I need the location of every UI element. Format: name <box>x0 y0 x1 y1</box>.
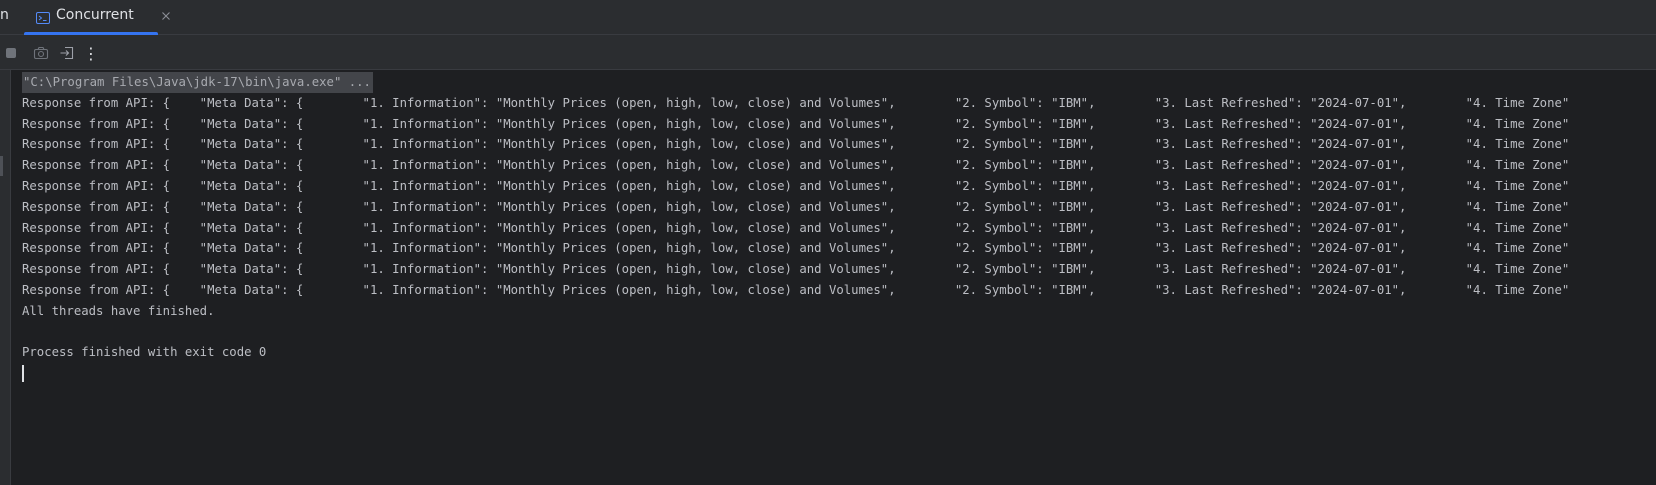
gutter-marker <box>0 156 3 176</box>
console-line: Response from API: { "Meta Data": { "1. … <box>22 95 1570 110</box>
text-cursor <box>22 365 24 383</box>
console-line: Response from API: { "Meta Data": { "1. … <box>22 262 1570 277</box>
console-line: Response from API: { "Meta Data": { "1. … <box>22 220 1570 235</box>
console-line: Response from API: { "Meta Data": { "1. … <box>22 199 1570 214</box>
console-line: Response from API: { "Meta Data": { "1. … <box>22 282 1570 297</box>
exit-icon[interactable] <box>58 44 76 62</box>
exit-code-line: Process finished with exit code 0 <box>22 345 267 360</box>
threads-finished-line: All threads have finished. <box>22 303 215 318</box>
run-tool-window: n Concurrent ⋮ "C:\Program Files\Java\jd… <box>0 0 1656 485</box>
more-options-icon[interactable]: ⋮ <box>82 44 100 63</box>
run-toolbar: ⋮ <box>0 35 1656 70</box>
left-gutter <box>0 70 11 485</box>
console-line: Response from API: { "Meta Data": { "1. … <box>22 241 1570 256</box>
console-line: "C:\Program Files\Java\jdk-17\bin\java.e… <box>22 72 1656 93</box>
camera-icon[interactable] <box>32 44 50 62</box>
stop-icon[interactable] <box>2 44 20 62</box>
console-line: Response from API: { "Meta Data": { "1. … <box>22 158 1570 173</box>
console-line: Response from API: { "Meta Data": { "1. … <box>22 137 1570 152</box>
close-icon[interactable] <box>158 8 174 24</box>
console-line: Response from API: { "Meta Data": { "1. … <box>22 178 1570 193</box>
console-output[interactable]: "C:\Program Files\Java\jdk-17\bin\java.e… <box>22 72 1656 485</box>
console-line: Response from API: { "Meta Data": { "1. … <box>22 116 1570 131</box>
java-command-line[interactable]: "C:\Program Files\Java\jdk-17\bin\java.e… <box>22 72 373 93</box>
tab-label: Concurrent <box>56 7 134 23</box>
tab-bar: n Concurrent <box>0 0 1656 35</box>
console-input-line[interactable] <box>22 363 1656 384</box>
tab-partial[interactable]: n <box>0 0 9 32</box>
console-icon <box>36 9 50 24</box>
tab-concurrent[interactable]: Concurrent <box>24 0 170 35</box>
